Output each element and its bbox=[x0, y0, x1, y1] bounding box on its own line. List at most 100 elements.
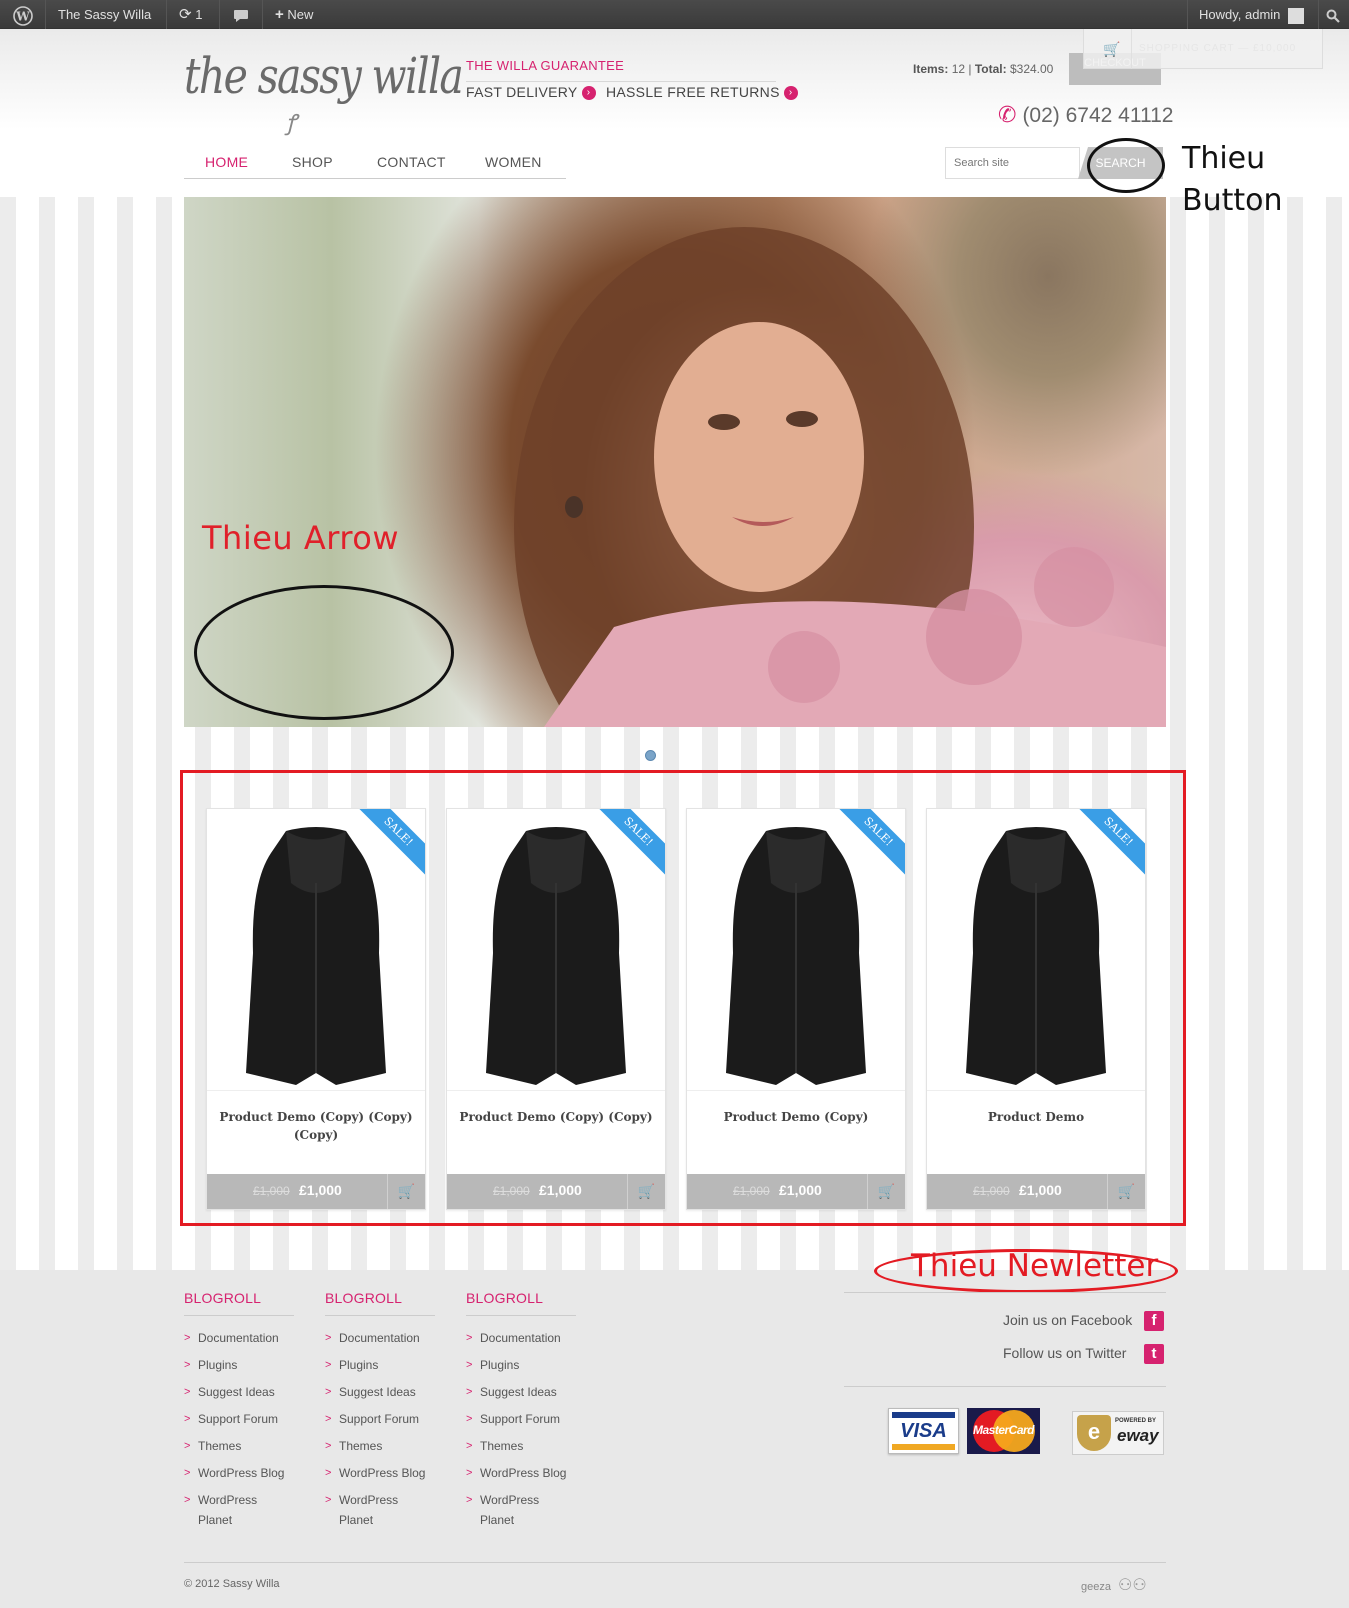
footer-bottom-divider bbox=[184, 1562, 1166, 1563]
footer-link[interactable]: Plugins bbox=[184, 1355, 304, 1375]
search-icon[interactable] bbox=[1326, 0, 1340, 29]
hassle-free-returns-link[interactable]: HASSLE FREE RETURNS › bbox=[606, 84, 798, 101]
footer-link[interactable]: Support Forum bbox=[466, 1409, 586, 1429]
product-card[interactable]: SALE! Product Demo £1,000 £1,000 🛒 bbox=[926, 808, 1146, 1210]
nav-shop[interactable]: SHOP bbox=[292, 154, 333, 170]
footer-link[interactable]: Documentation bbox=[466, 1328, 586, 1348]
mastercard-text: MasterCard bbox=[972, 1423, 1035, 1437]
add-to-cart-icon[interactable]: 🛒 bbox=[867, 1174, 905, 1209]
cart-total-value: $324.00 bbox=[1009, 62, 1054, 76]
footer-column-title: BLOGROLL bbox=[325, 1290, 435, 1316]
admin-bar: W The Sassy Willa ⟳ 1 + New Howdy, admin bbox=[0, 0, 1349, 29]
credit-link[interactable]: geeza ⚇⚇ bbox=[1081, 1575, 1147, 1595]
product-card[interactable]: SALE! Product Demo (Copy) (Copy) (Copy) … bbox=[206, 808, 426, 1210]
footer-link[interactable]: WordPress Blog bbox=[325, 1463, 445, 1483]
product-title[interactable]: Product Demo (Copy) (Copy) (Copy) bbox=[217, 1108, 415, 1144]
copyright-text: © 2012 Sassy Willa bbox=[184, 1578, 280, 1590]
product-title[interactable]: Product Demo (Copy) bbox=[697, 1108, 895, 1126]
footer-link[interactable]: Suggest Ideas bbox=[184, 1382, 304, 1402]
site-name-link[interactable]: The Sassy Willa bbox=[58, 0, 151, 29]
cart-summary: Items: 12 | Total: $324.00 bbox=[913, 62, 1054, 76]
eway-powered-by: POWERED BY bbox=[1115, 1418, 1157, 1424]
product-card[interactable]: SALE! Product Demo (Copy) £1,000 £1,000 … bbox=[686, 808, 906, 1210]
phone-number: ✆ (02) 6742 41112 bbox=[998, 102, 1173, 128]
twitter-icon[interactable]: t bbox=[1144, 1344, 1164, 1364]
cart-items-count: 12 bbox=[951, 62, 966, 76]
footer-link[interactable]: WordPress Blog bbox=[466, 1463, 586, 1483]
coat-image bbox=[966, 827, 1106, 1085]
main-nav: HOME SHOP CONTACT WOMEN bbox=[184, 151, 566, 179]
wordpress-logo-icon[interactable]: W bbox=[10, 0, 36, 29]
account-menu[interactable]: Howdy, admin bbox=[1199, 0, 1305, 29]
svg-text:W: W bbox=[15, 9, 30, 23]
annotation-circle-arrow bbox=[194, 585, 454, 720]
product-image[interactable]: SALE! bbox=[207, 809, 425, 1091]
footer-divider bbox=[844, 1386, 1166, 1387]
sale-price: £1,000 bbox=[1019, 1182, 1062, 1198]
footer-link[interactable]: WordPress Planet bbox=[184, 1490, 264, 1530]
product-title[interactable]: Product Demo bbox=[937, 1108, 1135, 1126]
footer-link[interactable]: Support Forum bbox=[325, 1409, 445, 1429]
coat-image bbox=[246, 827, 386, 1085]
product-card[interactable]: SALE! Product Demo (Copy) (Copy) £1,000 … bbox=[446, 808, 666, 1210]
old-price: £1,000 bbox=[973, 1184, 1010, 1198]
old-price: £1,000 bbox=[253, 1184, 290, 1198]
add-to-cart-icon[interactable]: 🛒 bbox=[1107, 1174, 1145, 1209]
footer-link[interactable]: WordPress Planet bbox=[325, 1490, 405, 1530]
sale-price: £1,000 bbox=[299, 1182, 342, 1198]
new-label: New bbox=[287, 7, 314, 22]
footer-link[interactable]: Themes bbox=[466, 1436, 586, 1456]
footer-link[interactable]: Suggest Ideas bbox=[466, 1382, 586, 1402]
comment-icon[interactable] bbox=[233, 0, 249, 29]
price-bar: £1,000 £1,000 🛒 bbox=[927, 1174, 1145, 1209]
product-image[interactable]: SALE! bbox=[447, 809, 665, 1091]
footer-link[interactable]: Plugins bbox=[466, 1355, 586, 1375]
logo-swirl-icon: ꝭ bbox=[286, 111, 297, 136]
footer-link[interactable]: Documentation bbox=[184, 1328, 304, 1348]
eway-logo: e POWERED BY eway bbox=[1072, 1411, 1164, 1455]
coat-image bbox=[486, 827, 626, 1085]
nav-contact[interactable]: CONTACT bbox=[377, 154, 446, 170]
add-to-cart-icon[interactable]: 🛒 bbox=[387, 1174, 425, 1209]
shopping-cart-dropdown[interactable]: 🛒 SHOPPING CART — £10,000 bbox=[1083, 29, 1323, 69]
shopping-cart-label: SHOPPING CART — £10,000 bbox=[1139, 43, 1297, 54]
footer-column-title: BLOGROLL bbox=[466, 1290, 576, 1316]
hassle-free-returns-label: HASSLE FREE RETURNS bbox=[606, 84, 780, 100]
footer-link[interactable]: WordPress Planet bbox=[466, 1490, 546, 1530]
product-image[interactable]: SALE! bbox=[687, 809, 905, 1091]
product-image[interactable]: SALE! bbox=[927, 809, 1145, 1091]
slider-pagination-dot[interactable] bbox=[645, 750, 656, 761]
footer-column-title: BLOGROLL bbox=[184, 1290, 294, 1316]
footer-link[interactable]: WordPress Blog bbox=[184, 1463, 304, 1483]
fast-delivery-label: FAST DELIVERY bbox=[466, 84, 578, 100]
search-input[interactable]: Search site bbox=[945, 147, 1080, 179]
old-price: £1,000 bbox=[493, 1184, 530, 1198]
cart-items-label: Items: bbox=[913, 62, 949, 76]
footer-link[interactable]: Documentation bbox=[325, 1328, 445, 1348]
refresh-icon: ⟳ bbox=[179, 6, 192, 23]
footer-link[interactable]: Support Forum bbox=[184, 1409, 304, 1429]
footer-column-2: BLOGROLL Documentation Plugins Suggest I… bbox=[325, 1290, 445, 1537]
eway-brand: eway bbox=[1117, 1426, 1159, 1445]
facebook-icon[interactable]: f bbox=[1144, 1311, 1164, 1331]
footer-link[interactable]: Suggest Ideas bbox=[325, 1382, 445, 1402]
hero-slider-image[interactable] bbox=[184, 197, 1166, 727]
facebook-link[interactable]: Join us on Facebook bbox=[1003, 1312, 1132, 1328]
twitter-link[interactable]: Follow us on Twitter bbox=[1003, 1345, 1126, 1361]
footer-column-1: BLOGROLL Documentation Plugins Suggest I… bbox=[184, 1290, 304, 1537]
footer-link[interactable]: Themes bbox=[184, 1436, 304, 1456]
nav-home[interactable]: HOME bbox=[205, 154, 248, 170]
cart-total-label: Total: bbox=[974, 62, 1007, 76]
product-title[interactable]: Product Demo (Copy) (Copy) bbox=[457, 1108, 655, 1126]
updates-link[interactable]: ⟳ 1 bbox=[179, 0, 202, 29]
updates-count: 1 bbox=[195, 7, 203, 22]
add-to-cart-icon[interactable]: 🛒 bbox=[627, 1174, 665, 1209]
fast-delivery-link[interactable]: FAST DELIVERY › bbox=[466, 84, 596, 101]
site-logo[interactable]: the sassy willa bbox=[184, 47, 464, 105]
new-content-link[interactable]: + New bbox=[275, 0, 313, 29]
nav-women[interactable]: WOMEN bbox=[485, 154, 542, 170]
footer-link[interactable]: Themes bbox=[325, 1436, 445, 1456]
chevron-right-icon: › bbox=[783, 86, 798, 101]
phone-text: (02) 6742 41112 bbox=[1022, 104, 1174, 127]
footer-link[interactable]: Plugins bbox=[325, 1355, 445, 1375]
